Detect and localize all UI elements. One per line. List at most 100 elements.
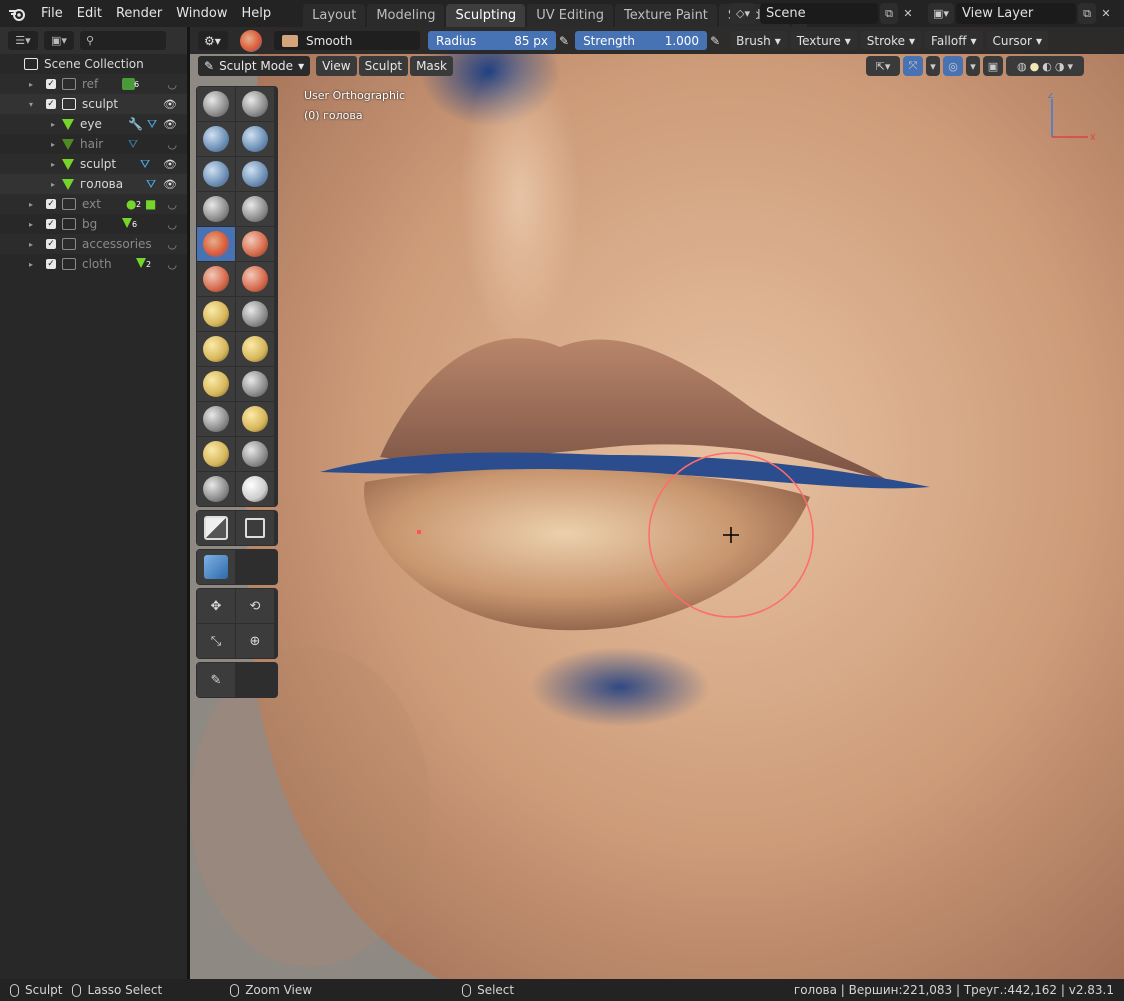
tree-row-ref[interactable]: ▸ ✓ ref 6 ◡: [0, 74, 187, 94]
chevron-down-icon[interactable]: ▾: [926, 56, 940, 76]
tree-row-cloth[interactable]: ▸ ✓ cloth 2 ◡: [0, 254, 187, 274]
expand-arrow-icon[interactable]: ▸: [26, 240, 36, 249]
snake-hook-brush-icon[interactable]: [236, 332, 274, 366]
gizmo-toggle-icon[interactable]: ⤧: [903, 56, 923, 76]
mode-selector[interactable]: ✎ Sculpt Mode ▾: [198, 56, 311, 76]
thumb-brush-icon[interactable]: [197, 367, 235, 401]
transform-tool-icon[interactable]: ⊕: [236, 624, 274, 658]
exclude-checkbox[interactable]: ✓: [46, 79, 56, 89]
delete-scene-icon[interactable]: ✕: [900, 3, 916, 24]
exclude-checkbox[interactable]: ✓: [46, 199, 56, 209]
expand-arrow-icon[interactable]: ▸: [48, 160, 58, 169]
brush-name-field[interactable]: Smooth: [274, 31, 420, 50]
exclude-checkbox[interactable]: ✓: [46, 259, 56, 269]
view-layer-name-field[interactable]: View Layer: [956, 3, 1076, 24]
hidden-eye-icon[interactable]: ◡: [167, 198, 177, 211]
display-mode-icon[interactable]: ▣▾: [44, 31, 74, 50]
overlays-toggle-icon[interactable]: ◎: [943, 56, 963, 76]
scene-selector-icon[interactable]: ◇▾: [730, 3, 756, 24]
annotate-tool-icon[interactable]: ✎: [197, 663, 235, 697]
tree-row-hair[interactable]: ▸ hair ⛛ ◡: [0, 134, 187, 154]
expand-arrow-icon[interactable]: ▸: [48, 120, 58, 129]
expand-arrow-icon[interactable]: ▸: [48, 140, 58, 149]
eye-icon[interactable]: 👁: [163, 158, 177, 171]
radius-slider[interactable]: Radius 85 px: [428, 31, 556, 50]
texture-menu[interactable]: Texture ▾: [790, 31, 857, 50]
chevron-down-icon[interactable]: ▾: [966, 56, 980, 76]
box-mask-icon[interactable]: [236, 511, 274, 545]
tree-row-accessories[interactable]: ▸ ✓ accessories ◡: [0, 234, 187, 254]
tab-layout[interactable]: Layout: [303, 4, 366, 27]
eye-icon[interactable]: 👁: [163, 178, 177, 191]
pose-brush-icon[interactable]: [236, 367, 274, 401]
elastic-deform-brush-icon[interactable]: [197, 332, 235, 366]
tree-row-scene-collection[interactable]: Scene Collection: [0, 54, 187, 74]
menu-window[interactable]: Window: [169, 0, 234, 27]
menu-edit[interactable]: Edit: [70, 0, 109, 27]
menu-render[interactable]: Render: [109, 0, 169, 27]
expand-arrow-icon[interactable]: ▸: [26, 220, 36, 229]
mask-menu[interactable]: Mask: [410, 56, 453, 76]
eye-icon[interactable]: 👁: [163, 118, 177, 131]
tool-settings-icon[interactable]: ⚙▾: [198, 31, 228, 50]
menu-help[interactable]: Help: [235, 0, 279, 27]
view-menu[interactable]: View: [316, 56, 357, 76]
inflate-brush-icon[interactable]: [236, 157, 274, 191]
scrape-brush-icon[interactable]: [236, 262, 274, 296]
pressure-pen-icon[interactable]: ✎: [710, 34, 720, 48]
tree-row-sculpt[interactable]: ▾ ✓ sculpt 👁: [0, 94, 187, 114]
cloth-brush-icon[interactable]: [197, 472, 235, 506]
wrench-modifier-icon[interactable]: 🔧: [128, 117, 143, 131]
flatten-brush-icon[interactable]: [236, 227, 274, 261]
draw-sharp-brush-icon[interactable]: [236, 87, 274, 121]
hidden-eye-icon[interactable]: ◡: [167, 258, 177, 271]
pressure-pen-icon[interactable]: ✎: [559, 34, 569, 48]
rendered-shading-icon[interactable]: ◑: [1055, 60, 1065, 73]
wireframe-shading-icon[interactable]: ◍: [1017, 60, 1027, 73]
blob-brush-icon[interactable]: [197, 192, 235, 226]
hidden-eye-icon[interactable]: ◡: [167, 138, 177, 151]
new-view-layer-icon[interactable]: ⧉: [1078, 3, 1096, 24]
clay-strips-brush-icon[interactable]: [236, 122, 274, 156]
cursor-menu[interactable]: Cursor ▾: [986, 31, 1048, 50]
layer-brush-icon[interactable]: [197, 157, 235, 191]
brush-menu[interactable]: Brush ▾: [730, 31, 787, 50]
grab-brush-icon[interactable]: [236, 297, 274, 331]
menu-file[interactable]: File: [34, 0, 70, 27]
slide-relax-brush-icon[interactable]: [197, 437, 235, 471]
sculpt-menu[interactable]: Sculpt: [358, 56, 409, 76]
falloff-menu[interactable]: Falloff ▾: [925, 31, 983, 50]
exclude-checkbox[interactable]: ✓: [46, 99, 56, 109]
boundary-brush-icon[interactable]: [236, 437, 274, 471]
tab-sculpting[interactable]: Sculpting: [446, 4, 526, 27]
tree-row-bg[interactable]: ▸ ✓ bg 6 ◡: [0, 214, 187, 234]
scene-name-field[interactable]: Scene: [760, 3, 878, 24]
view-layer-selector-icon[interactable]: ▣▾: [928, 3, 954, 24]
axis-gizmo[interactable]: Z X: [1048, 93, 1098, 143]
xray-toggle-icon[interactable]: ▣: [983, 56, 1003, 76]
strength-slider[interactable]: Strength 1.000: [575, 31, 708, 50]
tree-row-sculpt-object[interactable]: ▸ sculpt ⛛ 👁: [0, 154, 187, 174]
exclude-checkbox[interactable]: ✓: [46, 239, 56, 249]
tree-row-eye[interactable]: ▸ eye 🔧 ⛛ 👁: [0, 114, 187, 134]
new-scene-icon[interactable]: ⧉: [880, 3, 898, 24]
clay-brush-icon[interactable]: [197, 122, 235, 156]
move-tool-icon[interactable]: ✥: [197, 589, 235, 623]
3d-viewport[interactable]: Z X: [190, 27, 1124, 979]
scale-tool-icon[interactable]: ⤡: [197, 624, 235, 658]
tree-row-ext[interactable]: ▸ ✓ ext ● 2 ■ ◡: [0, 194, 187, 214]
outliner-search-input[interactable]: ⚲: [80, 31, 166, 50]
hidden-eye-icon[interactable]: ◡: [167, 218, 177, 231]
expand-arrow-icon[interactable]: ▸: [26, 200, 36, 209]
pinch-brush-icon[interactable]: [197, 297, 235, 331]
mask-brush-icon[interactable]: [197, 511, 235, 545]
exclude-checkbox[interactable]: ✓: [46, 219, 56, 229]
tree-row-golova[interactable]: ▸ голова ⛛ 👁: [0, 174, 187, 194]
blender-logo-icon[interactable]: [0, 0, 34, 27]
face-set-icon[interactable]: [197, 550, 235, 584]
material-preview-icon[interactable]: ◐: [1042, 60, 1052, 73]
tab-modeling[interactable]: Modeling: [367, 4, 445, 27]
eye-icon[interactable]: 👁: [163, 98, 177, 111]
rotate-brush-icon[interactable]: [236, 402, 274, 436]
show-gizmo-icon[interactable]: ⇱▾: [866, 56, 900, 76]
